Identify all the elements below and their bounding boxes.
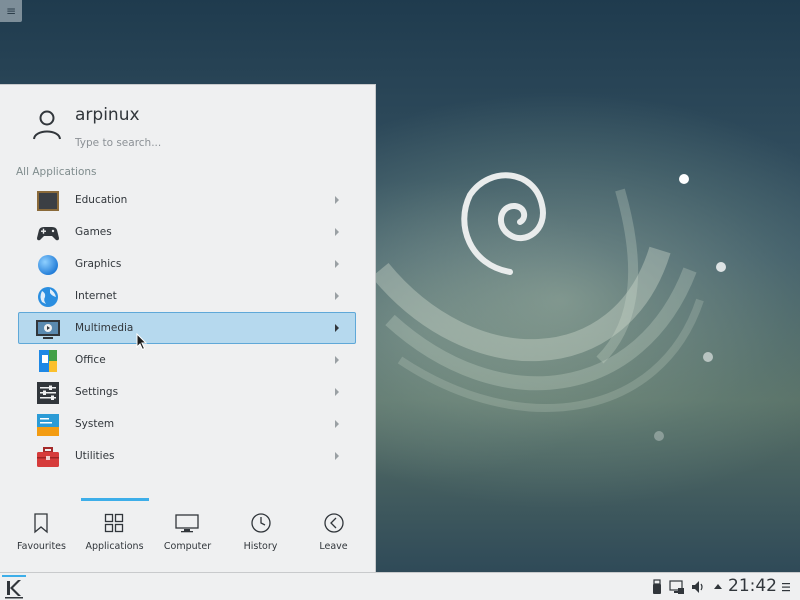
tab-favourites[interactable]: Favourites	[5, 505, 78, 565]
desktop-toolbox-button[interactable]: ≡	[0, 0, 22, 22]
username: arpinux	[75, 105, 140, 125]
category-label: Utilities	[75, 450, 115, 462]
tab-label: Applications	[85, 541, 144, 552]
category-item-games[interactable]: Games	[18, 216, 356, 248]
chevron-right-icon	[335, 324, 339, 332]
application-launcher: arpinux All Applications Education Games…	[0, 84, 376, 572]
chevron-right-icon	[335, 292, 339, 300]
category-label: Multimedia	[75, 322, 134, 334]
volume-icon[interactable]	[690, 579, 706, 595]
active-tab-indicator	[81, 498, 149, 501]
globe-icon	[38, 287, 58, 307]
back-circle-icon	[324, 513, 344, 533]
category-label: Internet	[75, 290, 117, 302]
category-label: Office	[75, 354, 106, 366]
tab-label: History	[243, 541, 278, 552]
chevron-right-icon	[335, 356, 339, 364]
taskbar: 21:42	[0, 572, 800, 600]
clock[interactable]: 21:42	[728, 576, 777, 596]
tab-label: Computer	[163, 541, 212, 552]
chevron-right-icon	[335, 260, 339, 268]
category-item-system[interactable]: System	[18, 408, 356, 440]
category-label: Settings	[75, 386, 119, 398]
tab-leave[interactable]: Leave	[297, 505, 370, 565]
debian-swirl-logo	[461, 172, 546, 275]
search-input[interactable]	[75, 133, 355, 153]
category-item-internet[interactable]: Internet	[18, 280, 356, 312]
category-item-settings[interactable]: Settings	[18, 376, 356, 408]
tab-history[interactable]: History	[224, 505, 297, 565]
application-category-list: Education Games Graphics Internet Multim…	[18, 184, 356, 472]
computer-icon	[175, 514, 199, 533]
tab-label: Favourites	[17, 541, 66, 552]
category-item-education[interactable]: Education	[18, 184, 356, 216]
user-header: arpinux	[0, 85, 376, 165]
office-document-icon	[39, 350, 57, 372]
network-monitor-icon[interactable]	[669, 579, 685, 595]
tab-applications[interactable]: Applications	[78, 505, 151, 565]
category-label: Games	[75, 226, 112, 238]
category-label: Graphics	[75, 258, 122, 270]
category-item-multimedia[interactable]: Multimedia	[18, 312, 356, 344]
tab-computer[interactable]: Computer	[151, 505, 224, 565]
chalkboard-icon	[37, 191, 59, 211]
chevron-right-icon	[335, 388, 339, 396]
panel-menu-icon[interactable]	[780, 579, 792, 595]
chevron-right-icon	[335, 196, 339, 204]
category-item-office[interactable]: Office	[18, 344, 356, 376]
section-title: All Applications	[16, 166, 97, 178]
usb-drive-icon[interactable]	[651, 579, 663, 595]
grid-icon	[104, 513, 124, 533]
graphics-sphere-icon	[38, 255, 58, 275]
category-label: System	[75, 418, 115, 430]
category-item-utilities[interactable]: Utilities	[18, 440, 356, 472]
toolbox-icon	[37, 447, 59, 467]
chevron-right-icon	[335, 228, 339, 236]
sliders-icon	[37, 382, 59, 404]
system-icon	[37, 414, 59, 436]
kde-logo-icon	[5, 580, 23, 599]
bookmark-icon	[34, 513, 48, 534]
user-avatar-icon[interactable]	[30, 107, 64, 141]
chevron-right-icon	[335, 420, 339, 428]
expand-tray-arrow-icon[interactable]	[712, 579, 724, 595]
monitor-play-icon	[36, 320, 60, 339]
category-label: Education	[75, 194, 128, 206]
gamepad-icon	[37, 227, 59, 241]
clock-icon	[251, 513, 271, 533]
tab-label: Leave	[319, 541, 348, 552]
chevron-right-icon	[335, 452, 339, 460]
application-launcher-button[interactable]	[2, 575, 26, 599]
launcher-tabs: Favourites Applications Computer History…	[5, 505, 371, 565]
mouse-cursor-icon	[136, 333, 148, 351]
category-item-graphics[interactable]: Graphics	[18, 248, 356, 280]
